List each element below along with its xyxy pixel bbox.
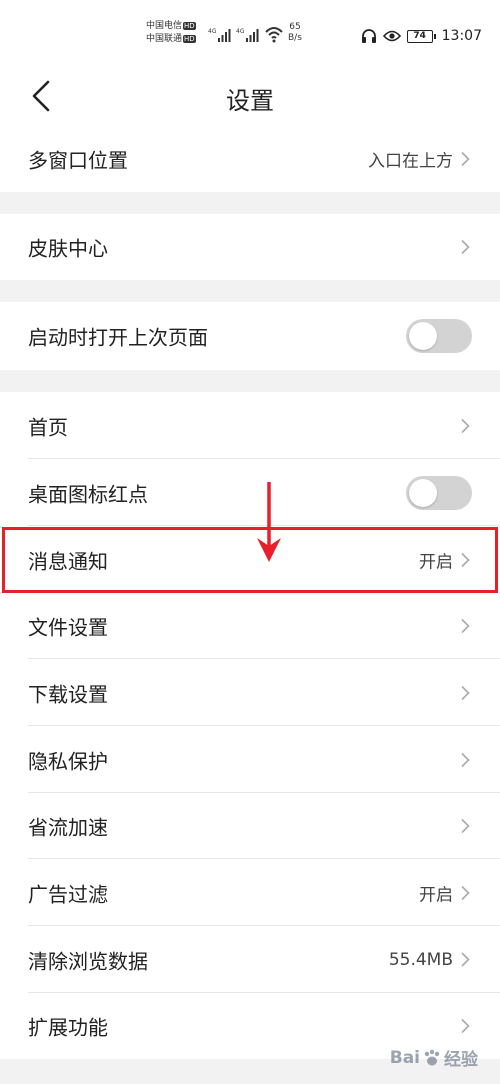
signal-icon: 4G xyxy=(208,28,231,42)
setting-value: 开启 xyxy=(419,885,453,905)
setting-label: 桌面图标红点 xyxy=(28,482,148,506)
toggle-knob xyxy=(409,478,437,507)
network-1-label: 4G xyxy=(208,28,217,35)
chevron-right-icon xyxy=(461,885,470,900)
setting-multi-window[interactable]: 多窗口位置 入口在上方 xyxy=(0,126,500,192)
setting-label: 清除浏览数据 xyxy=(28,949,148,973)
network-speed: 65 B/s xyxy=(288,22,302,44)
setting-label: 隐私保护 xyxy=(28,749,108,773)
toggle-knob xyxy=(409,322,437,350)
signal-icon: 4G xyxy=(236,28,259,42)
desktop-badge-toggle[interactable] xyxy=(406,475,472,510)
hd-badge-2: HD xyxy=(183,34,196,43)
speed-unit: B/s xyxy=(288,33,302,43)
watermark-text-right: 经验 xyxy=(444,1050,478,1070)
chevron-right-icon xyxy=(461,239,470,255)
setting-value: 入口在上方 xyxy=(368,151,453,172)
setting-label: 省流加速 xyxy=(28,815,108,840)
status-bar: 中国电信 HD 中国联通 HD 4G 4G 65 B/s 74 13:07 xyxy=(0,0,500,66)
network-2-label: 4G xyxy=(236,28,245,35)
setting-label: 皮肤中心 xyxy=(28,236,108,261)
setting-label: 首页 xyxy=(28,415,68,439)
setting-open-last-page: 启动时打开上次页面 xyxy=(0,302,500,370)
headset-icon xyxy=(361,29,376,43)
header: 设置 xyxy=(0,66,500,126)
carrier-2-name: 中国联通 xyxy=(146,34,183,44)
wifi-icon xyxy=(265,27,283,43)
baidu-watermark: Bai 经验 xyxy=(389,1045,478,1071)
setting-privacy[interactable]: 隐私保护 xyxy=(0,726,500,793)
setting-download-settings[interactable]: 下载设置 xyxy=(0,659,500,726)
paw-icon xyxy=(424,1049,440,1065)
arrow-down-icon xyxy=(257,482,281,562)
carrier-1-name: 中国电信 xyxy=(146,21,183,31)
battery-icon: 74 xyxy=(406,29,436,43)
setting-label: 多窗口位置 xyxy=(28,148,128,173)
setting-desktop-badge: 桌面图标红点 xyxy=(0,459,500,526)
chevron-right-icon xyxy=(461,151,470,167)
page-title: 设置 xyxy=(226,87,274,115)
setting-clear-data[interactable]: 清除浏览数据 55.4MB xyxy=(0,926,500,993)
setting-homepage[interactable]: 首页 xyxy=(0,392,500,459)
chevron-right-icon xyxy=(461,685,470,700)
highlight-box xyxy=(2,527,498,593)
clock: 13:07 xyxy=(441,28,482,44)
chevron-right-icon xyxy=(461,618,470,634)
setting-value: 55.4MB xyxy=(388,949,453,970)
setting-label: 文件设置 xyxy=(28,615,108,640)
setting-file-settings[interactable]: 文件设置 xyxy=(0,593,500,659)
setting-label: 下载设置 xyxy=(28,682,108,706)
chevron-right-icon xyxy=(461,752,470,767)
eye-icon xyxy=(382,30,401,42)
speed-value: 65 xyxy=(289,22,301,32)
open-last-page-toggle[interactable] xyxy=(406,319,472,353)
carrier-info: 中国电信 HD 中国联通 HD xyxy=(146,20,196,46)
chevron-right-icon xyxy=(461,418,470,433)
setting-ad-filter[interactable]: 广告过滤 开启 xyxy=(0,859,500,926)
setting-label: 广告过滤 xyxy=(28,882,108,906)
hd-badge-1: HD xyxy=(183,21,196,30)
setting-label: 扩展功能 xyxy=(28,1015,108,1040)
chevron-right-icon xyxy=(461,1018,470,1034)
chevron-right-icon xyxy=(461,952,470,967)
chevron-right-icon xyxy=(461,818,470,834)
setting-label: 启动时打开上次页面 xyxy=(28,325,208,350)
watermark-text-left: Bai xyxy=(389,1047,420,1068)
battery-level: 74 xyxy=(406,29,433,43)
setting-data-saver[interactable]: 省流加速 xyxy=(0,793,500,859)
setting-skin-center[interactable]: 皮肤中心 xyxy=(0,214,500,280)
